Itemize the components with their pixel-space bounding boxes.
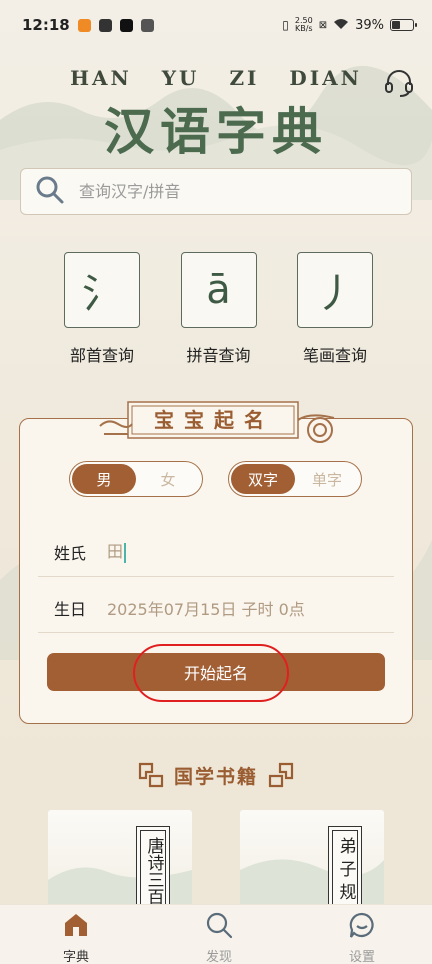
nav-dictionary[interactable]: 字典 [46,905,106,964]
shop-app-icon [77,18,91,32]
tiktok-icon [119,18,133,32]
search-icon [35,175,65,209]
pinyin-query[interactable]: ā 拼音查询 [174,252,264,366]
stroke-query-label: 笔画查询 [302,346,367,365]
radical-glyph: 氵 [64,252,140,328]
status-bar: 12:18 ▯ 2.50 KB/s ⊠ 39% [0,0,432,50]
pinyin-glyph: ā [180,252,257,328]
baby-naming-title: 宝宝起名 [154,408,274,432]
gender-female-option[interactable]: 女 [136,464,200,494]
stroke-glyph: 丿 [297,252,373,328]
clock: 12:18 [22,16,70,34]
search-bar[interactable] [20,168,412,215]
char-count-toggle: 双字 单字 [228,461,362,497]
search-icon [205,911,233,943]
surname-value: 田 [107,542,124,561]
right-pattern-icon [268,762,294,788]
birthday-label: 生日 [54,600,87,619]
book-title: 唐诗三百 [143,837,164,905]
gender-male-option[interactable]: 男 [72,464,136,494]
divider [38,576,394,577]
guoxue-section-title: 国学书籍 [173,766,258,788]
network-speed: 2.50 KB/s [294,16,313,33]
start-naming-button[interactable]: 开始起名 [47,653,385,691]
sim-off-icon: ⊠ [318,19,328,31]
headset-icon[interactable] [382,66,416,100]
radical-query-label: 部首查询 [69,346,134,365]
quick-query-row: 氵 部首查询 ā 拼音查询 丿 笔画查询 [0,252,432,366]
nav-dictionary-label: 字典 [62,950,89,964]
vibrate-icon: ▯ [282,18,289,32]
nav-settings[interactable]: 设置 [332,905,392,964]
wifi-icon [333,18,349,33]
app-notification-icon [98,18,112,32]
surname-label: 姓氏 [54,544,87,563]
surname-field[interactable]: 田 [107,538,127,563]
nav-settings-label: 设置 [348,950,375,964]
mail-icon [140,18,154,32]
pinyin-title: HAN YU ZI DIAN [70,66,362,90]
chat-bubble-icon [348,911,376,943]
search-input[interactable] [79,182,379,201]
nav-discover[interactable]: 发现 [189,905,249,964]
bottom-nav: 字典 发现 设置 [0,904,432,964]
single-char-option[interactable]: 单字 [295,464,359,494]
double-char-option[interactable]: 双字 [231,464,295,494]
pinyin-query-label: 拼音查询 [186,346,251,365]
gender-toggle: 男 女 [69,461,203,497]
radical-query[interactable]: 氵 部首查询 [57,252,147,366]
book-title: 弟子规 [335,837,356,906]
home-icon [62,911,90,943]
battery-percent: 39% [355,17,384,33]
app-title: 汉语字典 [104,102,328,161]
text-cursor [124,542,127,563]
nav-discover-label: 发现 [205,950,232,964]
divider [38,632,394,633]
battery-icon [390,19,417,31]
birthday-field[interactable]: 2025年07月15日 子时 0点 [107,596,305,620]
stroke-query[interactable]: 丿 笔画查询 [290,252,380,366]
